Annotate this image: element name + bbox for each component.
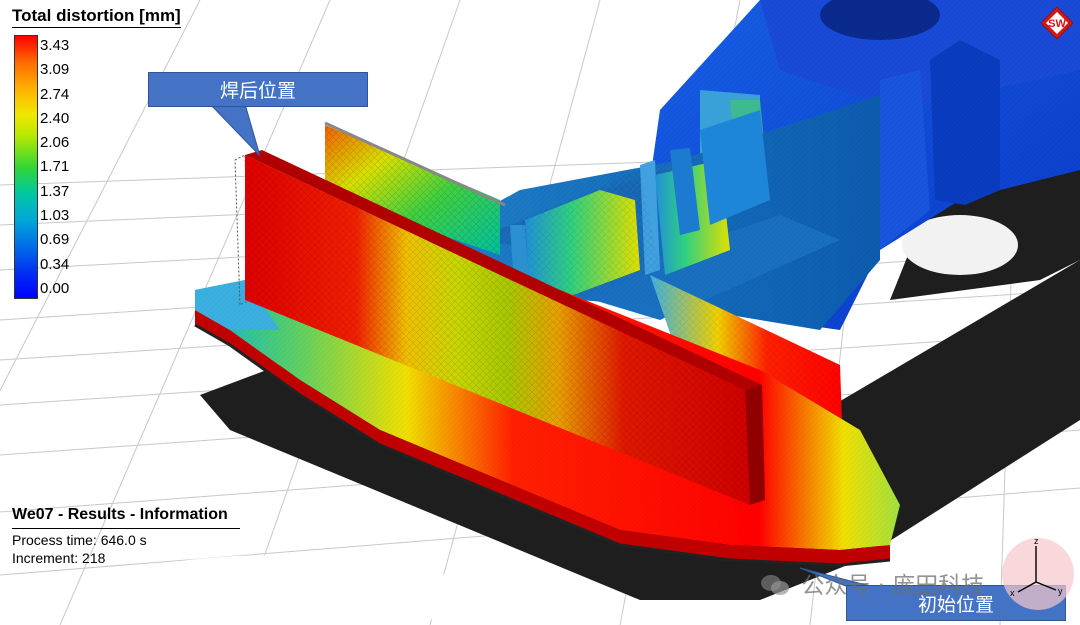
legend-value: 1.71 <box>40 158 70 176</box>
legend-value: 1.37 <box>40 182 70 200</box>
legend-value: 0.34 <box>40 255 70 273</box>
weld-callout-pointer <box>208 103 261 157</box>
increment-label: Increment: 218 <box>12 550 106 566</box>
legend-value: 0.00 <box>40 279 70 297</box>
weld-position-callout: 焊后位置 <box>148 72 368 107</box>
process-time-label: Process time: 646.0 s <box>12 532 147 548</box>
logo-text: SW <box>1048 18 1066 30</box>
legend-value: 2.06 <box>40 134 70 152</box>
sw-logo-icon: SW <box>1040 6 1074 40</box>
results-info-title: We07 - Results - Information <box>12 506 228 523</box>
legend-title: Total distortion [mm] <box>12 6 181 28</box>
axis-triad-icon[interactable]: z x y <box>996 532 1076 612</box>
triad-y-label: y <box>1058 586 1063 596</box>
legend-value: 3.43 <box>40 37 70 54</box>
watermark-text: 公众号 · 庞田科技 <box>801 573 985 599</box>
legend-value: 1.03 <box>40 207 70 225</box>
wechat-icon <box>761 575 789 595</box>
legend-value: 2.40 <box>40 109 70 127</box>
watermark: 公众号 · 庞田科技 <box>760 566 984 600</box>
legend-value: 2.74 <box>40 85 70 103</box>
legend-value: 3.09 <box>40 61 70 79</box>
triad-x-label: x <box>1010 588 1015 598</box>
triad-z-label: z <box>1034 536 1039 546</box>
color-scale-bar <box>14 35 38 299</box>
legend-value: 0.69 <box>40 231 70 249</box>
legend-labels: 3.43 3.09 2.74 2.40 2.06 1.71 1.37 1.03 … <box>40 38 100 296</box>
info-divider <box>12 528 240 529</box>
